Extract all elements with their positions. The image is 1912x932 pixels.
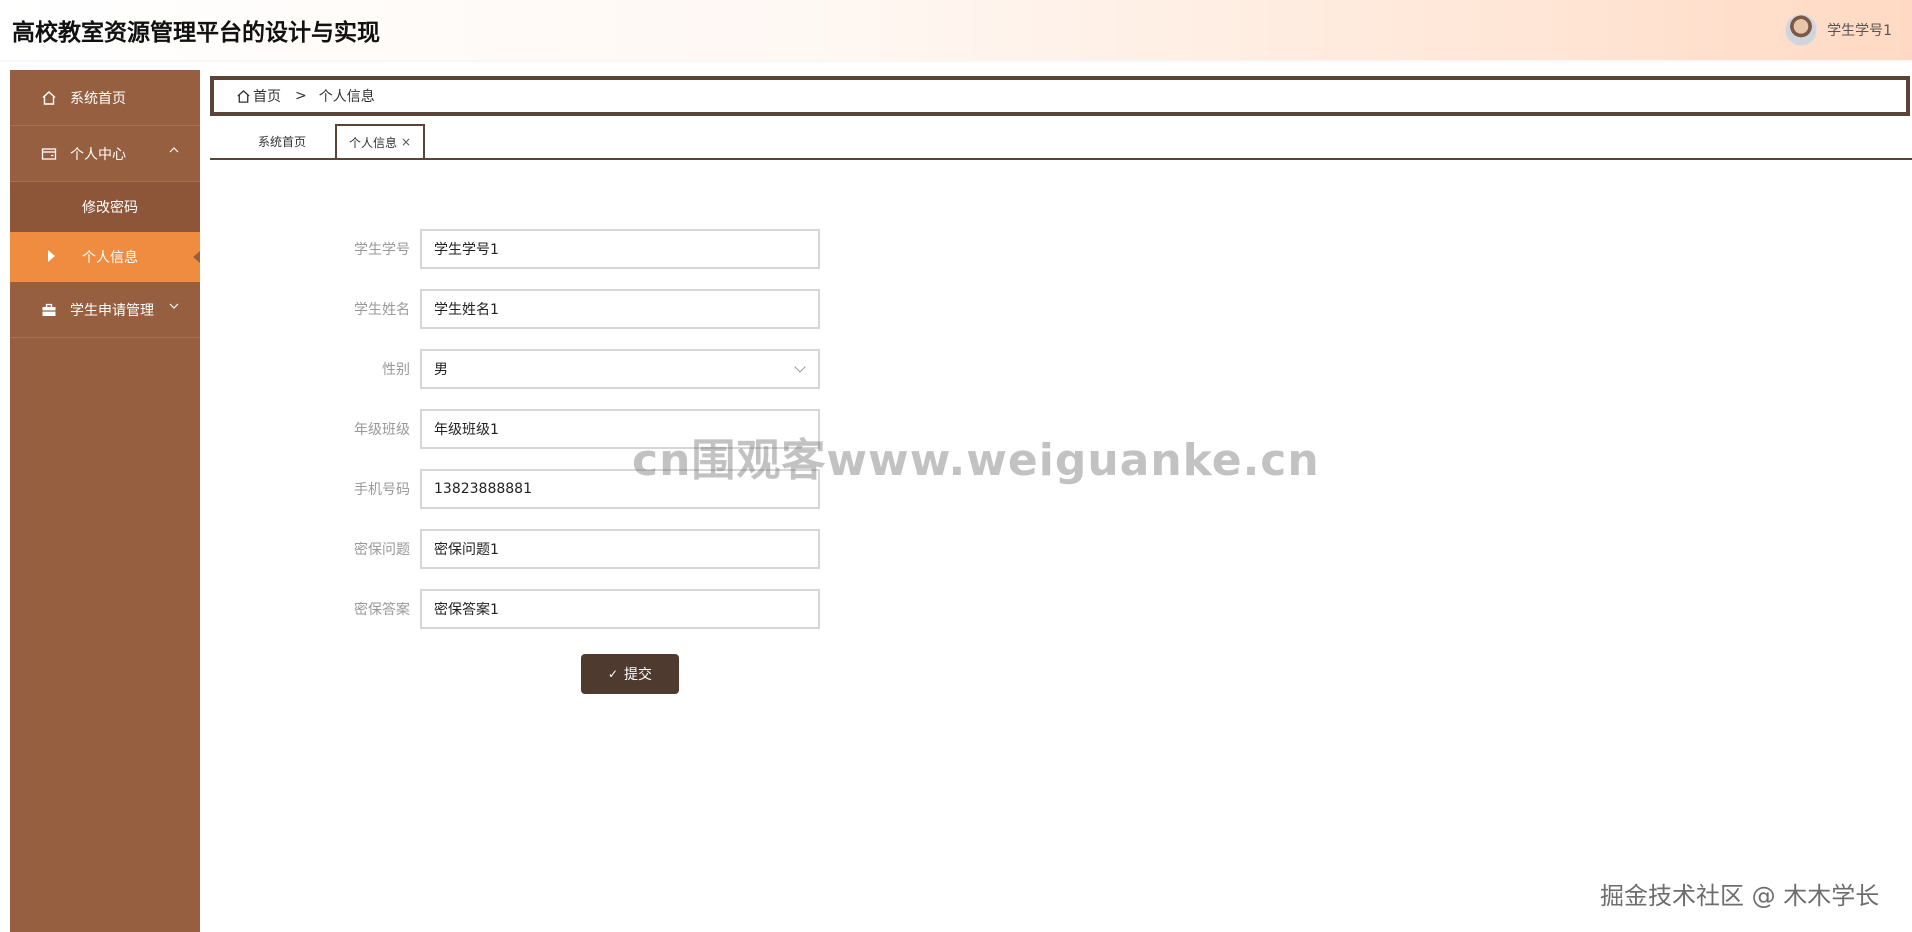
field-label: 密保问题 [354,542,410,558]
wallet-icon [40,146,58,162]
avatar[interactable] [1785,14,1818,46]
watermark-center: cn围观客www.weiguanke.cn [632,435,1320,486]
home-icon [236,89,253,104]
sidebar-item-label: 学生申请管理 [70,302,154,319]
submit-button[interactable]: ✓ 提交 [581,654,679,694]
sidebar-subitem-label: 个人信息 [82,250,138,266]
breadcrumb-separator: > [295,88,307,104]
form-row-student-id: 学生学号 学生学号1 [330,229,820,269]
form-row-security-answer: 密保答案 密保答案1 [330,589,820,629]
watermark-corner: 掘金技术社区 @ 木木学长 [1600,882,1880,910]
breadcrumb: 首页 > 个人信息 [210,76,1910,116]
security-answer-input[interactable]: 密保答案1 [420,589,820,629]
user-name[interactable]: 学生学号1 [1827,20,1892,40]
sidebar-item-home[interactable]: 系统首页 [10,70,200,126]
field-label: 手机号码 [354,482,410,498]
tab-label: 系统首页 [257,134,306,149]
tab-home[interactable]: 系统首页 [242,124,322,158]
form-row-student-name: 学生姓名 学生姓名1 [330,289,820,329]
breadcrumb-current: 个人信息 [318,89,375,105]
security-question-input[interactable]: 密保问题1 [420,529,820,569]
sidebar-item-student-applications[interactable]: 学生申请管理 [10,282,200,338]
check-icon: ✓ [607,667,619,681]
top-header: 高校教室资源管理平台的设计与实现 学生学号1 [0,0,1912,60]
caret-right-icon [48,250,55,262]
field-label: 学生姓名 [354,302,410,318]
tab-label: 个人信息 [348,135,397,150]
tab-personal-info[interactable]: 个人信息 × [335,124,425,158]
chevron-down-icon [794,361,806,373]
field-label: 性别 [382,362,410,378]
form-row-security-question: 密保问题 密保问题1 [330,529,820,569]
breadcrumb-home[interactable]: 首页 [236,86,281,106]
field-label: 密保答案 [354,602,410,618]
active-indicator [193,251,200,263]
home-icon [40,90,58,106]
sidebar-item-label: 个人中心 [70,146,126,163]
chevron-up-icon [168,144,180,160]
student-id-input[interactable]: 学生学号1 [420,229,820,269]
app-title: 高校教室资源管理平台的设计与实现 [12,20,380,46]
close-icon[interactable]: × [401,135,411,149]
sidebar-subitem-personal-info[interactable]: 个人信息 [10,232,200,282]
submit-label: 提交 [624,667,653,683]
sidebar-subitem-label: 修改密码 [82,200,138,216]
breadcrumb-home-label[interactable]: 首页 [253,86,281,106]
field-label: 学生学号 [354,242,410,258]
user-menu[interactable]: 学生学号1 [1785,14,1892,46]
sidebar-item-label: 系统首页 [70,90,126,107]
field-label: 年级班级 [354,422,410,438]
student-name-input[interactable]: 学生姓名1 [420,289,820,329]
tab-bar: 系统首页 个人信息 × [210,124,1912,160]
chevron-down-icon [168,300,180,316]
gender-select-value: 男 [434,362,448,378]
briefcase-icon [40,302,58,318]
form-row-gender: 性别 男 [330,349,820,389]
sidebar: 系统首页 个人中心 修改密码 个人信息 学生申请管理 [10,70,200,932]
gender-select[interactable]: 男 [420,349,820,389]
sidebar-item-personal-center[interactable]: 个人中心 [10,126,200,182]
sidebar-subitem-change-password[interactable]: 修改密码 [10,182,200,232]
